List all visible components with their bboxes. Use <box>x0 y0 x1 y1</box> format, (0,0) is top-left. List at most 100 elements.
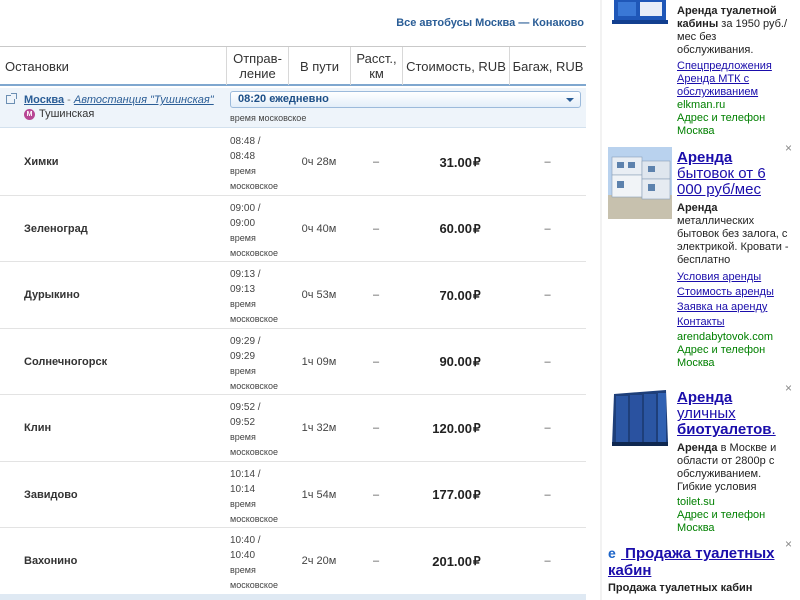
travel-duration: 0ч 28м <box>301 156 337 168</box>
time-value: 09:29 / 09:29 <box>230 335 261 362</box>
ads-sidebar: Аренда туалетной кабины за 1950 руб./мес… <box>600 0 800 600</box>
ad-link-terms[interactable]: Условия аренды <box>677 271 792 284</box>
external-link-icon[interactable] <box>6 93 17 104</box>
ad-desc: Продажа туалетных кабин <box>608 582 753 594</box>
time-value: 09:13 / 09:13 <box>230 269 261 295</box>
ad-title-rest[interactable]: уличных <box>677 405 736 422</box>
origin-row: Москва - Автостанция "Тушинская" М Тушин… <box>0 88 586 128</box>
ad-text: Аренда бытовок от 6 000 руб/мес Аренда ме… <box>677 150 792 370</box>
schedule-panel: Все автобусы Москва — Конаково Остановки… <box>0 0 586 600</box>
ad-link-contacts[interactable]: Контакты <box>677 316 792 329</box>
stops-list: Химки 08:48 / 08:48 время московское 0ч 2… <box>0 129 586 595</box>
col-duration: В пути <box>288 47 350 85</box>
baggage-price: – <box>544 222 551 235</box>
price: 177.00 <box>432 487 472 502</box>
distance: – <box>372 488 380 501</box>
travel-duration: 0ч 40м <box>301 222 337 235</box>
time-value: 09:00 / 09:00 <box>230 202 261 229</box>
biotoilets-image[interactable] <box>608 388 672 450</box>
ad-title-end[interactable]: . <box>772 421 776 438</box>
ruble-sign: ₽ <box>473 487 481 502</box>
ad-title-bold[interactable]: Аренда <box>677 389 732 406</box>
stop-name: Вахонино <box>24 555 78 567</box>
ad-link-service[interactable]: Аренда МТК с обслуживанием <box>677 73 792 99</box>
ad-desc-block: Аренда в Москве и области от 2800р с обс… <box>677 442 792 494</box>
ruble-sign: ₽ <box>473 221 481 236</box>
toilet-cabin-image[interactable] <box>608 0 672 30</box>
ad-city: Москва <box>677 522 715 534</box>
distance: – <box>372 355 380 368</box>
table-row: Химки 08:48 / 08:48 время московское 0ч 2… <box>0 129 586 196</box>
distance: – <box>372 289 380 301</box>
distance: – <box>372 555 380 567</box>
departure-select[interactable]: 08:20 ежедневно <box>230 91 581 108</box>
table-row: Дурыкино 09:13 / 09:13 время московское 0… <box>0 262 586 329</box>
price: 90.00 <box>439 354 472 369</box>
baggage-price: – <box>544 488 551 501</box>
travel-duration: 1ч 09м <box>301 355 337 368</box>
metro-icon: М <box>24 108 35 120</box>
ad-text: Аренда уличных биотуалетов. Аренда в Москв… <box>677 390 792 535</box>
col-baggage: Багаж, RUB <box>509 47 586 85</box>
ad-toilet-sale[interactable]: e Продажа туалетных кабин Продажа туалет… <box>608 545 793 594</box>
ad-title[interactable]: e Продажа туалетных кабин <box>608 545 793 579</box>
distance: – <box>372 156 380 168</box>
ad-domain[interactable]: arendabytovok.com <box>677 331 792 344</box>
time-zone-label: время московское <box>230 432 278 457</box>
table-row: Вахонино 10:40 / 10:40 время московское 2… <box>0 528 586 595</box>
ad-address[interactable]: Адрес и телефон <box>677 509 792 522</box>
travel-duration: 2ч 20м <box>301 555 337 567</box>
col-departure: Отправ- ление <box>226 47 288 85</box>
ad-title[interactable]: Аренда бытовок от 6 000 руб/мес <box>677 150 792 198</box>
ad-link-special[interactable]: Спецпредложения <box>677 60 792 73</box>
ad-link-price[interactable]: Стоимость аренды <box>677 286 792 299</box>
stop-name: Дурыкино <box>24 289 80 301</box>
departure-time: 09:00 / 09:00 время московское <box>230 201 290 261</box>
origin-city[interactable]: Москва <box>24 94 64 106</box>
ad-city: Москва <box>677 125 715 137</box>
departure-select-value: 08:20 ежедневно <box>238 93 329 105</box>
departure-time: 08:48 / 08:48 время московское <box>230 134 290 194</box>
ad-address[interactable]: Адрес и телефон <box>677 112 792 125</box>
all-buses-link[interactable]: Все автобусы Москва — Конаково <box>396 17 584 29</box>
distance: – <box>372 422 380 434</box>
ad-address[interactable]: Адрес и телефон <box>677 344 792 357</box>
price: 60.00 <box>439 221 472 236</box>
ruble-sign: ₽ <box>473 354 481 369</box>
table-row: Солнечногорск 09:29 / 09:29 время московс… <box>0 329 586 395</box>
time-zone-label: время московское <box>230 498 278 524</box>
baggage-price: – <box>544 422 551 434</box>
ad-title[interactable]: Аренда уличных биотуалетов. <box>677 390 792 438</box>
price: 70.00 <box>439 287 472 303</box>
time-zone-label: время московское <box>230 166 278 191</box>
price: 201.00 <box>432 553 472 569</box>
ad-title-rest[interactable]: бытовок от 6 000 руб/мес <box>677 165 766 198</box>
ad-text: Аренда туалетной кабины за 1950 руб./мес… <box>677 5 792 138</box>
metro-name: Тушинская <box>39 108 95 120</box>
ad-desc-bold: Аренда <box>677 202 718 214</box>
ad-domain[interactable]: elkman.ru <box>677 99 792 112</box>
departure-time: 09:29 / 09:29 время московское <box>230 334 290 394</box>
time-value: 10:40 / 10:40 <box>230 535 261 561</box>
origin-station[interactable]: Москва - Автостанция "Тушинская" <box>24 94 214 106</box>
ad-title-bold[interactable]: Аренда <box>677 149 732 166</box>
browser-e-icon: e <box>608 545 616 561</box>
price: 120.00 <box>432 420 472 436</box>
baggage-price: – <box>544 555 551 567</box>
ad-title-text[interactable]: Продажа туалетных кабин <box>608 545 775 579</box>
cabins-image[interactable] <box>608 147 672 219</box>
ad-link-request[interactable]: Заявка на аренду <box>677 301 792 314</box>
time-value: 09:52 / 09:52 <box>230 402 261 428</box>
time-value: 08:48 / 08:48 <box>230 136 261 162</box>
ad-domain[interactable]: toilet.su <box>677 496 792 509</box>
ad-title-bold2[interactable]: биотуалетов <box>677 421 772 438</box>
ad-desc-block: Аренда металлических бытовок без залога,… <box>677 202 792 267</box>
distance: – <box>372 222 380 235</box>
stop-name: Завидово <box>24 488 78 501</box>
table-footer <box>0 594 586 600</box>
origin-timezone: время московское <box>230 113 307 123</box>
stop-name: Химки <box>24 156 59 168</box>
departure-time: 10:14 / 10:14 время московское <box>230 467 290 527</box>
origin-station-name[interactable]: Автостанция "Тушинская" <box>74 94 214 106</box>
ad-city: Москва <box>677 357 715 369</box>
